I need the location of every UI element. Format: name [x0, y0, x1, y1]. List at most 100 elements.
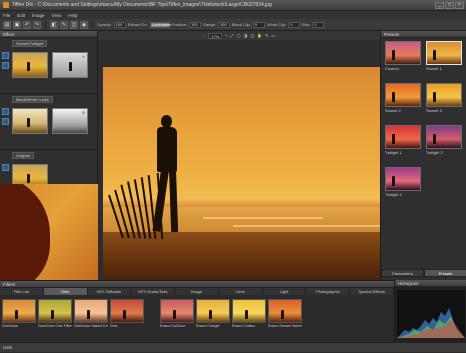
effect-group-label: Black/White Looks: [12, 96, 53, 103]
fit-icon[interactable]: ⤢: [231, 33, 234, 38]
preset-twilight-2[interactable]: Twilight 2: [426, 125, 462, 159]
viewer-zoom-field[interactable]: 17%: [208, 32, 223, 39]
menu-bar: File Edit Image View Help: [0, 11, 466, 19]
preset-custom[interactable]: Custom: [385, 41, 421, 75]
maximize-button[interactable]: □: [445, 1, 454, 9]
close-icon[interactable]: ×: [81, 54, 86, 59]
filters-panel: Filters Film Lab Gels HFX Diffusion HFX …: [0, 280, 395, 342]
tab-presets[interactable]: Presets: [424, 269, 466, 277]
minimize-button[interactable]: _: [435, 1, 444, 9]
mask-thumbnail[interactable]: ×: [52, 108, 88, 134]
white-clip-field: White Clip: 0: [267, 21, 301, 28]
zoom-out-icon[interactable]: −: [203, 33, 205, 38]
extract-select[interactable]: Luminance: [149, 21, 171, 28]
tab-lens[interactable]: Lens: [219, 288, 263, 295]
open-icon[interactable]: ▤: [3, 20, 11, 29]
effect-panel: Effect Sunset/Twilight × Black/White Loo…: [0, 31, 98, 280]
close-button[interactable]: ×: [455, 1, 464, 9]
preset-sunset-2[interactable]: Sunset 2: [385, 83, 421, 117]
filter-item[interactable]: GamColor: [2, 299, 36, 339]
tab-photographic[interactable]: Photographic: [306, 288, 351, 295]
opacity-input[interactable]: 100: [113, 21, 126, 28]
blur-input[interactable]: 0: [312, 21, 325, 28]
presets-panel: Presets Custom Sunset 1 Sunset 2 Sunset …: [380, 31, 466, 280]
histogram-header: Histogram: [395, 280, 466, 287]
filter-item[interactable]: Rosco Cinelux: [232, 299, 266, 339]
extract-field: Extract On: Luminance: [127, 21, 172, 28]
eye-icon[interactable]: [2, 108, 9, 115]
filters-header: Filters: [0, 281, 394, 288]
image-viewer: − 17% + ⤢ ▢ ◨ ◫ ✋ ✎ ▭: [98, 31, 380, 280]
range-field: Range: 100: [203, 21, 230, 28]
position-input[interactable]: 100: [189, 21, 202, 28]
mask-icon[interactable]: ◧: [50, 20, 58, 29]
filter-item[interactable]: Gels: [110, 299, 144, 339]
tab-gels[interactable]: Gels: [43, 288, 88, 295]
redo-icon[interactable]: ↷: [33, 20, 41, 29]
eraser-icon[interactable]: ◫: [70, 20, 78, 29]
mask-icon[interactable]: [2, 118, 9, 125]
close-icon[interactable]: ×: [81, 110, 86, 115]
split-view-icon[interactable]: ◨: [243, 33, 247, 38]
preset-sunset-1[interactable]: Sunset 1: [426, 41, 462, 75]
preset-twilight-3[interactable]: Twilight 3: [385, 167, 421, 201]
preset-sunset-3[interactable]: Sunset 3: [426, 83, 462, 117]
tab-light[interactable]: Light: [263, 288, 307, 295]
filter-item[interactable]: Rosco CalColor: [160, 299, 194, 339]
filter-item[interactable]: Rosco Storaro Selection: [268, 299, 302, 339]
filter-item[interactable]: GamColor Cine Filters: [38, 299, 72, 339]
preset-twilight-1[interactable]: Twilight 1: [385, 125, 421, 159]
position-field: Position: 100: [172, 21, 202, 28]
effect-group-bw[interactable]: Black/White Looks ×: [0, 94, 97, 150]
title-bar: Tiffen Dfx - C:\Documents and Settings\m…: [0, 0, 466, 11]
status-bar: Gels: [0, 342, 466, 352]
effect-group-sunset[interactable]: Sunset/Twilight ×: [0, 38, 97, 94]
black-clip-input[interactable]: 0: [252, 21, 265, 28]
menu-edit[interactable]: Edit: [17, 13, 25, 18]
filter-item[interactable]: Rosco Cinegel: [196, 299, 230, 339]
main-photo[interactable]: [103, 67, 380, 279]
undo-icon[interactable]: ↶: [23, 20, 31, 29]
menu-view[interactable]: View: [52, 13, 62, 18]
effect-group-label: Sunset/Twilight: [12, 40, 47, 47]
zoom-in-icon[interactable]: +: [225, 33, 227, 38]
eye-icon[interactable]: [2, 164, 9, 171]
menu-file[interactable]: File: [3, 13, 10, 18]
menu-help[interactable]: Help: [68, 13, 77, 18]
effect-panel-header: Effect: [0, 31, 97, 38]
eye-icon[interactable]: [2, 52, 9, 59]
histogram-graph: [397, 290, 465, 338]
tab-hfx-diffusion[interactable]: HFX Diffusion: [88, 288, 132, 295]
window-title: Tiffen Dfx - C:\Documents and Settings\m…: [12, 2, 272, 8]
save-icon[interactable]: ▣: [13, 20, 21, 29]
tab-image[interactable]: Image: [175, 288, 219, 295]
blur-field: Blur: 0: [302, 21, 325, 28]
toolbar: ▤ ▣ ↶ ↷ ◧ ✎ ◫ ◉ Opacity: 100 Extract On:…: [0, 19, 466, 31]
compare-icon[interactable]: ◫: [250, 33, 254, 38]
tab-film-lab[interactable]: Film Lab: [0, 288, 44, 295]
menu-image[interactable]: Image: [32, 13, 45, 18]
black-clip-field: Black Clip: 0: [232, 21, 265, 28]
tab-parameters[interactable]: Parameters: [381, 269, 424, 277]
histogram-panel: Histogram: [394, 280, 466, 342]
brush-icon[interactable]: ✎: [60, 20, 68, 29]
presets-header: Presets: [381, 31, 466, 38]
tab-hfx-grads-tints[interactable]: HFX Grads/Tints: [131, 288, 176, 295]
filter-categories: Film Lab Gels HFX Diffusion HFX Grads/Ti…: [0, 288, 395, 295]
actual-size-icon[interactable]: ▢: [237, 33, 241, 38]
mask-thumbnail[interactable]: ×: [52, 52, 88, 78]
magnifier-view[interactable]: [0, 184, 98, 280]
effect-group-label: Original: [12, 152, 34, 159]
right-panel-tabs: Parameters Presets: [381, 269, 466, 277]
brush-icon[interactable]: ✎: [265, 33, 268, 38]
mask-icon[interactable]: [2, 62, 9, 69]
effect-thumbnail[interactable]: [12, 108, 48, 134]
eraser-icon[interactable]: ▭: [271, 33, 275, 38]
filter-item[interactable]: GamColor Naked Cosm...: [74, 299, 108, 339]
fill-icon[interactable]: ◉: [80, 20, 88, 29]
tab-special-effects[interactable]: Special Effects: [350, 288, 395, 295]
range-input[interactable]: 100: [217, 21, 230, 28]
hand-icon[interactable]: ✋: [257, 33, 262, 38]
effect-thumbnail[interactable]: [12, 52, 48, 78]
white-clip-input[interactable]: 0: [288, 21, 301, 28]
